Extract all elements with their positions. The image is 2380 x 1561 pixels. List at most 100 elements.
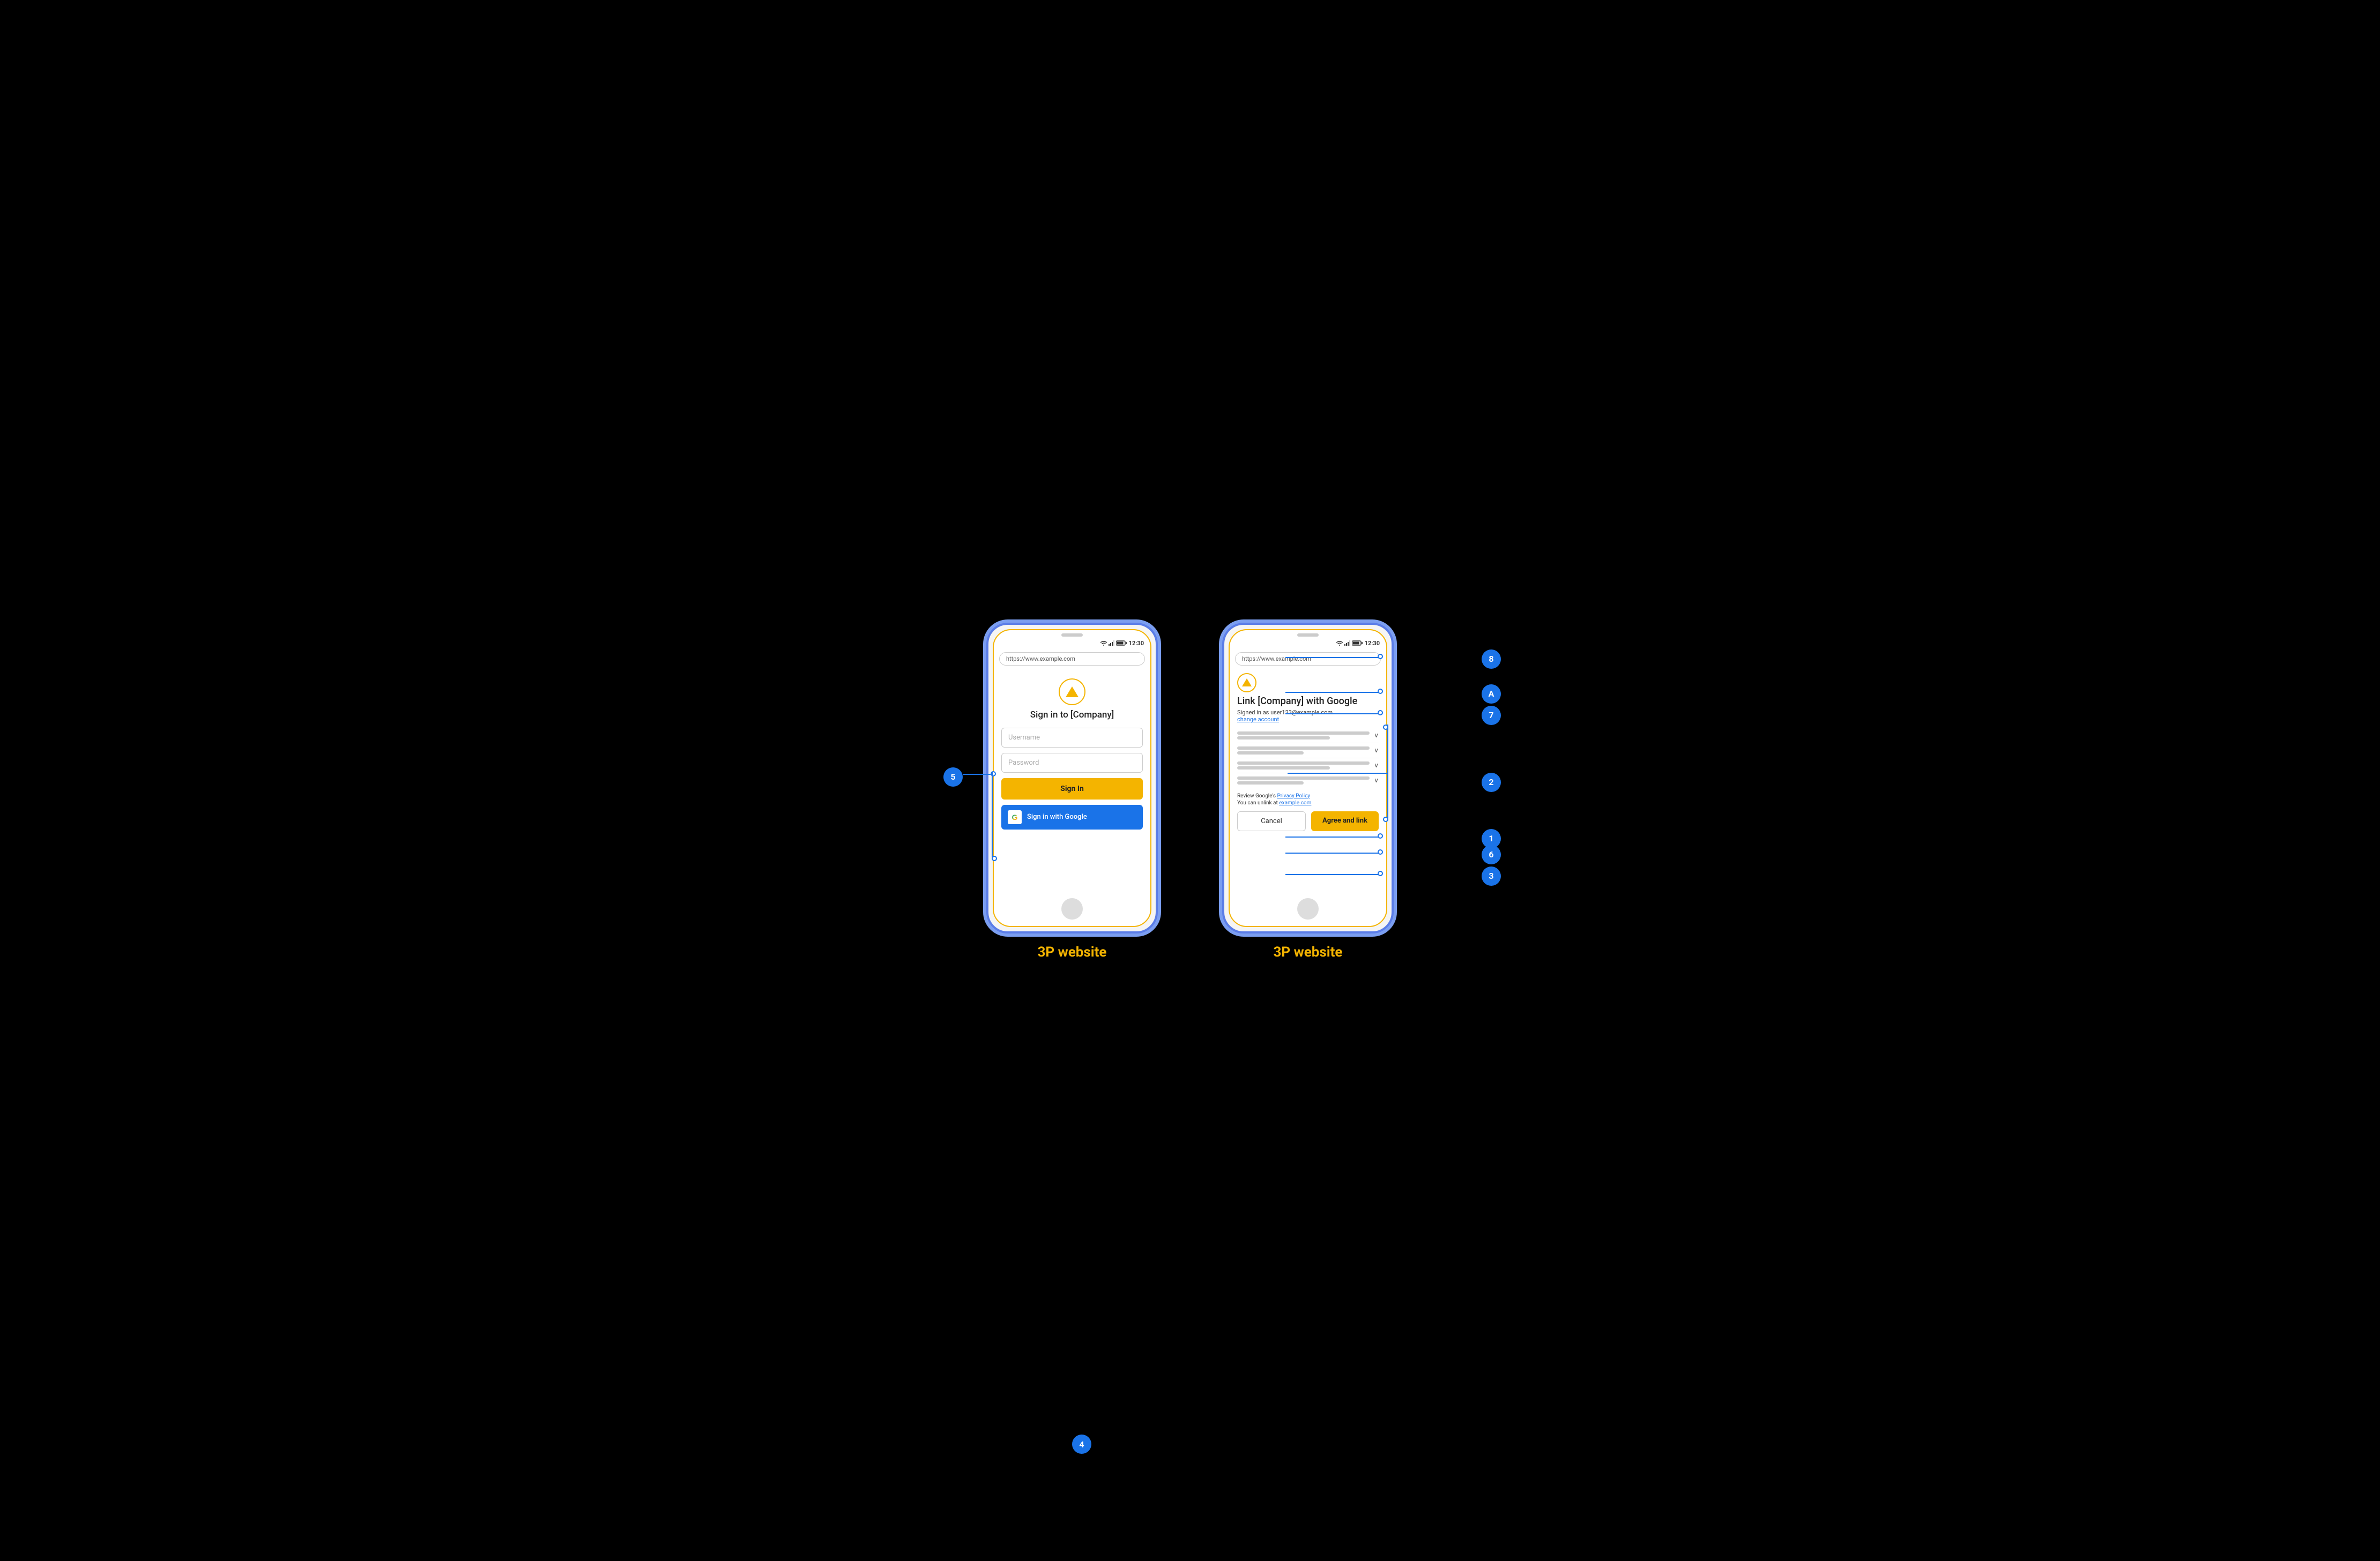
perm-lines-2 [1237, 746, 1370, 755]
username-placeholder: Username [1008, 734, 1040, 742]
time-right: 12:30 [1365, 640, 1380, 647]
bracket-left-5 [992, 772, 993, 857]
triangle-icon-right [1242, 678, 1252, 686]
privacy-text-prefix: Review Google's [1237, 793, 1277, 799]
perm-lines-4 [1237, 776, 1370, 785]
password-field[interactable]: Password [1001, 753, 1143, 773]
google-g-icon: G [1012, 813, 1018, 821]
phone-left: 12:30 https://www.example.com Sign in to… [986, 623, 1158, 933]
unlink-text-prefix: You can unlink at [1237, 800, 1279, 806]
chevron-icon-1: ∨ [1374, 731, 1379, 739]
annotation-line-5 [963, 774, 991, 775]
line-7 [1285, 713, 1382, 714]
time-left: 12:30 [1129, 640, 1144, 647]
annotation-8-label: 8 [1489, 654, 1493, 664]
line-A [1285, 692, 1382, 693]
phone1-content: Sign in to [Company] Username Password S… [994, 668, 1150, 835]
sign-in-button[interactable]: Sign In [1001, 778, 1143, 800]
url-bar-left: https://www.example.com [999, 652, 1145, 666]
logo-row [1237, 673, 1379, 692]
perm-line [1237, 746, 1370, 750]
phone2-content: Link [Company] with Google Signed in as … [1230, 668, 1386, 836]
annotation-2-label: 2 [1489, 777, 1493, 787]
perm-lines-3 [1237, 761, 1370, 770]
url-text-left: https://www.example.com [1006, 655, 1075, 662]
phone1-label: 3P website [1038, 944, 1107, 960]
username-field[interactable]: Username [1001, 728, 1143, 748]
link-title: Link [Company] with Google [1237, 696, 1379, 707]
google-sign-in-label: Sign in with Google [1027, 813, 1087, 821]
home-indicator-right [1297, 898, 1319, 920]
dot-2-bottom [1383, 817, 1388, 822]
line-3 [1285, 874, 1382, 875]
annotation-7-label: 7 [1489, 710, 1493, 720]
status-icons-right [1336, 640, 1363, 646]
permission-list: ∨ ∨ [1237, 728, 1379, 788]
permission-item-1: ∨ [1237, 728, 1379, 743]
annotation-7: 7 [1482, 706, 1501, 725]
annotation-6: 6 [1482, 845, 1501, 864]
wifi-icon-right [1336, 640, 1343, 646]
action-buttons: Cancel Agree and link [1237, 811, 1379, 831]
google-sign-in-button[interactable]: G Sign in with Google [1001, 805, 1143, 830]
change-account-link[interactable]: change account [1237, 716, 1379, 723]
line-8 [1285, 657, 1382, 658]
status-bar-left: 12:30 [994, 637, 1150, 650]
annotation-2: 2 [1482, 773, 1501, 792]
unlink-link[interactable]: example.com [1279, 800, 1311, 806]
wifi-icon-left [1100, 640, 1107, 646]
perm-line [1237, 766, 1330, 770]
annotation-5-label: 5 [950, 772, 955, 782]
annotation-3: 3 [1482, 867, 1501, 886]
perm-line [1237, 761, 1370, 765]
unlink-line: You can unlink at example.com [1237, 800, 1379, 806]
phone2-label: 3P website [1274, 944, 1343, 960]
agree-button[interactable]: Agree and link [1311, 811, 1379, 831]
company-logo-left [1059, 678, 1085, 705]
dot-2-top [1383, 725, 1388, 730]
annotation-dot-5-bottom [992, 856, 997, 861]
battery-icon-right [1352, 640, 1363, 646]
perm-line [1237, 781, 1304, 785]
privacy-line: Review Google's Privacy Policy [1237, 793, 1379, 799]
annotation-6-label: 6 [1489, 849, 1493, 860]
annotation-1-label: 1 [1489, 833, 1493, 843]
google-logo-icon: G [1008, 810, 1022, 824]
permission-item-4: ∨ [1237, 773, 1379, 788]
dot-3 [1378, 871, 1383, 876]
dot-1 [1378, 833, 1383, 839]
status-bar-right: 12:30 [1230, 637, 1386, 650]
phone-left-inner: 12:30 https://www.example.com Sign in to… [993, 629, 1151, 927]
perm-line [1237, 736, 1330, 740]
signal-icon-left [1109, 640, 1115, 646]
phone-right: 12:30 https://www.example.com [1222, 623, 1394, 933]
chevron-icon-4: ∨ [1374, 776, 1379, 784]
phone-right-inner: 12:30 https://www.example.com [1229, 629, 1387, 927]
annotation-A: A [1482, 684, 1501, 704]
dot-6 [1378, 849, 1383, 855]
dot-8 [1378, 654, 1383, 659]
annotation-5: 5 [943, 767, 963, 787]
triangle-icon-left [1066, 686, 1079, 697]
cancel-button[interactable]: Cancel [1237, 811, 1306, 831]
perm-line [1237, 776, 1370, 780]
chevron-icon-3: ∨ [1374, 761, 1379, 769]
sign-in-title: Sign in to [Company] [1001, 709, 1143, 720]
privacy-policy-link[interactable]: Privacy Policy [1277, 793, 1310, 799]
chevron-icon-2: ∨ [1374, 746, 1379, 754]
annotation-4: 4 [1072, 1435, 1091, 1454]
line-1 [1285, 836, 1382, 838]
battery-icon-left [1116, 640, 1127, 646]
home-indicator-left [1061, 898, 1083, 920]
bracket-right-2 [1387, 725, 1388, 818]
annotation-8: 8 [1482, 649, 1501, 669]
permission-item-3: ∨ [1237, 758, 1379, 773]
status-icons-left [1100, 640, 1127, 646]
url-text-right: https://www.example.com [1242, 655, 1311, 662]
permission-item-2: ∨ [1237, 743, 1379, 758]
company-logo-right [1237, 673, 1256, 692]
perm-line [1237, 751, 1304, 755]
url-bar-right: https://www.example.com [1235, 652, 1381, 666]
dot-A [1378, 689, 1383, 694]
signed-in-text: Signed in as user123@example.com [1237, 709, 1379, 716]
